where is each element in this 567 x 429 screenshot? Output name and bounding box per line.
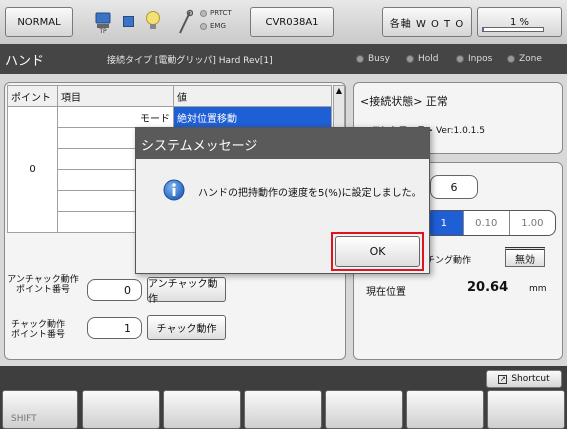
- position-value: 20.64: [467, 280, 509, 295]
- function-key[interactable]: [244, 390, 322, 429]
- override-progress-fill: [483, 28, 484, 31]
- emg-indicator: EMG: [200, 22, 226, 30]
- shortcut-button[interactable]: ↗ Shortcut: [486, 370, 562, 388]
- system-message-dialog: システムメッセージ ハンドの把持動作の速度を5(%)に設定しました。 OK: [135, 127, 430, 274]
- dialog-title: システムメッセージ: [136, 128, 429, 159]
- shortcut-icon: ↗: [498, 374, 508, 384]
- connect-type-label: 接続タイプ [電動グリッパ] Hard Rev[1]: [107, 56, 273, 66]
- device-id-button[interactable]: CVR038A1: [250, 7, 334, 37]
- chuck-point-input[interactable]: 1: [87, 317, 142, 339]
- page-title: ハンド: [5, 54, 45, 69]
- speed-input[interactable]: 6: [430, 175, 478, 199]
- mode-button[interactable]: NORMAL: [5, 7, 73, 37]
- function-key-shift[interactable]: SHIFT: [2, 390, 78, 429]
- svg-text:TP: TP: [98, 28, 107, 34]
- item-cell: モード: [57, 106, 174, 128]
- col-header-item: 項目: [57, 85, 174, 107]
- hold-indicator: Hold: [406, 54, 439, 64]
- point-number-cell: 0: [7, 106, 58, 233]
- tool-icon: [177, 9, 194, 35]
- axis-status-button[interactable]: 各軸 W O T O: [382, 7, 472, 37]
- top-status-bar: NORMAL TP PRTCT EMG CVR038A1 各軸 W O T O …: [0, 0, 567, 44]
- override-progress-bar: [482, 27, 544, 32]
- teach-pendant-icon: TP: [94, 10, 112, 35]
- unchuck-point-input[interactable]: 0: [87, 279, 142, 301]
- title-bar: ハンド 接続タイプ [電動グリッパ] Hard Rev[1] Busy Hold…: [0, 44, 567, 74]
- scroll-up-icon[interactable]: ▲: [334, 86, 344, 95]
- stop-square-icon: [123, 16, 134, 27]
- function-key[interactable]: [325, 390, 403, 429]
- chuck-point-label: チャック動作 ポイント番号: [10, 320, 65, 340]
- step-option[interactable]: 1.00: [508, 211, 555, 235]
- function-key[interactable]: [82, 390, 160, 429]
- step-option-selected[interactable]: 1: [425, 211, 463, 235]
- step-option[interactable]: 0.10: [462, 211, 509, 235]
- prtct-indicator: PRTCT: [200, 9, 232, 17]
- override-display[interactable]: 1 %: [477, 7, 562, 37]
- step-selector[interactable]: 1 0.10 1.00: [424, 210, 556, 236]
- chuck-action-button[interactable]: チャック動作: [147, 315, 226, 340]
- position-unit: mm: [529, 284, 547, 294]
- ok-button[interactable]: OK: [335, 236, 420, 267]
- value-cell-selected[interactable]: 絶対位置移動: [173, 106, 332, 128]
- connection-status: <接続状態> 正常: [360, 95, 448, 108]
- position-label: 現在位置: [366, 287, 406, 298]
- jog-label: チング動作: [426, 256, 472, 266]
- override-percent-label: 1 %: [509, 16, 530, 28]
- shortcut-label: Shortcut: [511, 374, 550, 384]
- dialog-message: ハンドの把持動作の速度を5(%)に設定しました。: [198, 188, 422, 199]
- unchuck-action-button[interactable]: アンチャック動作: [147, 277, 226, 305]
- info-icon: [163, 179, 185, 201]
- jog-toggle-button[interactable]: 無効: [505, 247, 545, 267]
- lamp-icon: [145, 9, 161, 33]
- table-row[interactable]: 0 モード 絶対位置移動: [7, 106, 332, 233]
- zone-indicator: Zone: [507, 54, 542, 64]
- unchuck-point-label: アンチャック動作 ポイント番号: [7, 275, 79, 295]
- function-key[interactable]: [163, 390, 241, 429]
- function-key[interactable]: [406, 390, 484, 429]
- busy-indicator: Busy: [356, 54, 390, 64]
- col-header-value: 値: [173, 85, 332, 107]
- function-key[interactable]: [487, 390, 565, 429]
- col-header-point: ポイント: [7, 85, 58, 107]
- inpos-indicator: Inpos: [456, 54, 492, 64]
